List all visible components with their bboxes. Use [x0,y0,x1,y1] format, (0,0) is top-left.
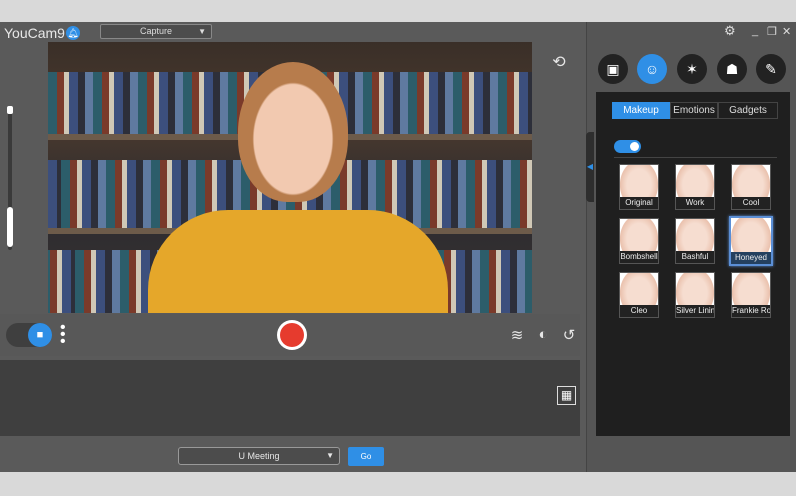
tab-emotions[interactable]: Emotions [670,102,718,119]
close-button[interactable]: ✕ [782,25,791,38]
photo-video-toggle[interactable]: ■ [6,323,52,347]
grid-icon[interactable]: ▦ [557,386,576,405]
draw-icon[interactable]: ✎ [756,54,786,84]
tab-gadgets[interactable]: Gadgets [718,102,778,119]
makeup-cool[interactable]: Cool [731,164,771,210]
mode-dropdown[interactable]: Capture ▼ [100,24,212,39]
makeup-label: Silver Lining [676,305,714,317]
restore-button[interactable]: ❐ [767,25,777,38]
face-effect-icon[interactable]: ◐ [534,326,552,343]
gear-icon[interactable]: ⚙ [724,23,736,39]
effects-tray [0,360,580,436]
makeup-cleo[interactable]: Cleo [619,272,659,318]
minimize-button[interactable]: _ [752,25,758,37]
makeup-label: Bashful [676,251,714,263]
zoom-slider-top [7,106,13,114]
undo-icon[interactable]: ↺ [560,326,578,344]
makeup-work[interactable]: Work [675,164,715,210]
makeup-label: Frankie Roc [732,305,770,317]
makeup-label: Cool [732,197,770,209]
makeup-frankie-roc[interactable]: Frankie Roc [731,272,771,318]
record-button[interactable] [277,320,307,350]
avatar-icon[interactable]: ☗ [717,54,747,84]
camera-preview [48,42,532,313]
frame-heart-icon[interactable]: ▣ [598,54,628,84]
makeup-label: Work [676,197,714,209]
go-button[interactable]: Go [348,447,384,466]
makeup-label: Original [620,197,658,209]
makeup-bombshell[interactable]: Bombshell [619,218,659,264]
chevron-down-icon: ▼ [326,451,334,460]
particles-icon[interactable]: ✶ [677,54,707,84]
switch-camera-icon[interactable]: ⟲ [550,52,568,72]
makeup-silver-lining[interactable]: Silver Lining [675,272,715,318]
collapse-panel-handle[interactable]: ◀ [586,132,594,202]
app-title: YouCam9 [4,25,65,41]
more-options-icon[interactable]: • • • [60,320,66,350]
tab-makeup[interactable]: Makeup [612,102,670,119]
meeting-app-dropdown[interactable]: U Meeting ▼ [178,447,340,465]
makeup-bashful[interactable]: Bashful [675,218,715,264]
notification-bell-icon[interactable]: 🔔︎ [66,26,80,40]
mode-dropdown-value: Capture [139,26,173,36]
divider [614,157,777,158]
makeup-honeyed[interactable]: Honeyed [729,216,773,266]
layers-icon[interactable]: ≋ [508,326,526,344]
makeup-toggle[interactable] [614,140,641,153]
app-window: YouCam9 🔔︎ Capture ▼ ⟲ ■ • • • ≋ ◐ ↺ ▦ U Me… [0,22,796,472]
chevron-down-icon: ▼ [198,27,206,36]
makeup-label: Cleo [620,305,658,317]
makeup-label: Honeyed [731,252,771,264]
zoom-slider-handle[interactable] [7,207,13,247]
meeting-app-value: U Meeting [238,451,280,461]
makeup-label: Bombshell [620,251,658,263]
video-camera-icon: ■ [28,323,52,347]
face-beauty-icon[interactable]: ☺ [637,54,667,84]
makeup-original[interactable]: Original [619,164,659,210]
